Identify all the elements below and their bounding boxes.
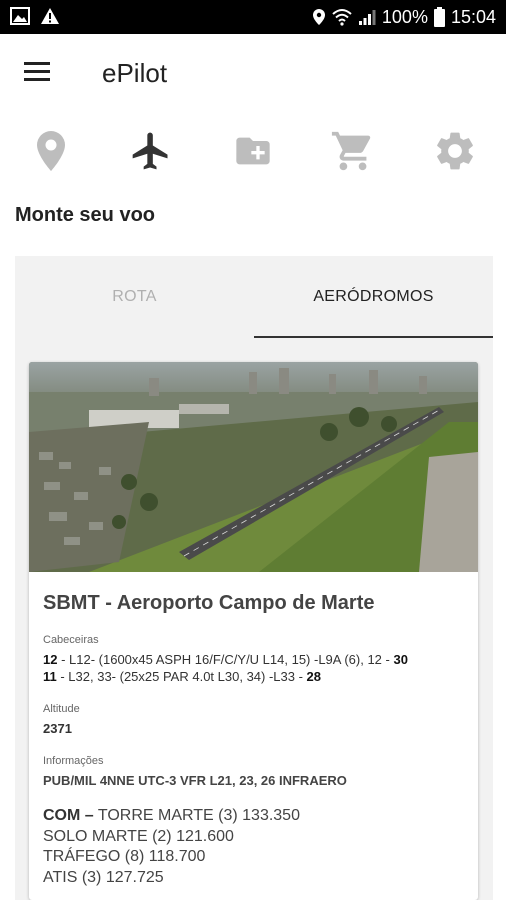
warning-icon: [41, 8, 59, 24]
com-freq-2: SOLO MARTE (2) 121.600: [43, 827, 234, 845]
runway-1-details: - L12- (1600x45 ASPH 16/F/C/Y/U L14, 15)…: [57, 652, 394, 667]
runway-2-end: 28: [306, 669, 322, 684]
status-bar: 100% 15:04: [0, 0, 506, 34]
airport-aerial-photo: [29, 362, 478, 572]
folder-add-icon[interactable]: [228, 126, 278, 176]
battery-percent: 100%: [381, 6, 428, 27]
wifi-icon: [332, 9, 352, 26]
cabeceiras-label: Cabeceiras: [43, 634, 99, 646]
airport-name: SBMT - Aeroporto Campo de Marte: [43, 592, 375, 614]
location-pin-icon[interactable]: [26, 126, 76, 176]
battery-icon: [433, 7, 445, 27]
location-status-icon: [312, 9, 325, 25]
page-title: Monte seu voo: [15, 204, 156, 226]
runway-line-1: 12 - L12- (1600x45 ASPH 16/F/C/Y/U L14, …: [43, 652, 408, 667]
signal-icon: [358, 10, 376, 25]
runway-line-2: 11 - L32, 33- (25x25 PAR 4.0t L30, 34) -…: [43, 669, 321, 684]
app-title: ePilot: [102, 58, 168, 88]
runway-1-end: 30: [393, 652, 408, 667]
com-freq-1: TORRE MARTE (3) 133.350: [93, 807, 300, 824]
informacoes-value: PUB/MIL 4NNE UTC-3 VFR L21, 23, 26 INFRA…: [43, 773, 347, 788]
runway-2-details: - L32, 33- (25x25 PAR 4.0t L30, 34) -L33…: [56, 669, 307, 684]
tab-aerodromos[interactable]: AERÓDROMOS: [254, 256, 493, 338]
hamburger-menu-icon[interactable]: [24, 62, 54, 86]
image-notification-icon: [10, 7, 30, 25]
app-bar: ePilot: [0, 34, 506, 116]
clock: 15:04: [450, 6, 496, 27]
com-freq-3: TRÁFEGO (8) 118.700: [43, 848, 206, 865]
airport-card[interactable]: SBMT - Aeroporto Campo de Marte Cabeceir…: [29, 362, 478, 900]
feature-toolbar: [0, 116, 506, 186]
gear-icon[interactable]: [430, 126, 480, 176]
com-heading: COM –: [43, 807, 94, 824]
informacoes-label: Informações: [43, 755, 104, 767]
tab-rota[interactable]: ROTA: [15, 256, 254, 338]
airplane-icon[interactable]: [126, 126, 176, 176]
tab-bar: ROTA AERÓDROMOS: [15, 256, 493, 339]
runway-2-start: 11: [43, 669, 57, 684]
runway-1-start: 12: [43, 652, 58, 667]
com-frequencies: COM – TORRE MARTE (3) 133.350 SOLO MARTE…: [43, 806, 300, 888]
com-line-1: COM – TORRE MARTE (3) 133.350: [43, 806, 300, 827]
altitude-label: Altitude: [43, 703, 80, 715]
altitude-value: 2371: [43, 721, 72, 736]
com-freq-4: ATIS (3) 127.725: [43, 868, 164, 886]
cart-icon[interactable]: [328, 126, 378, 176]
